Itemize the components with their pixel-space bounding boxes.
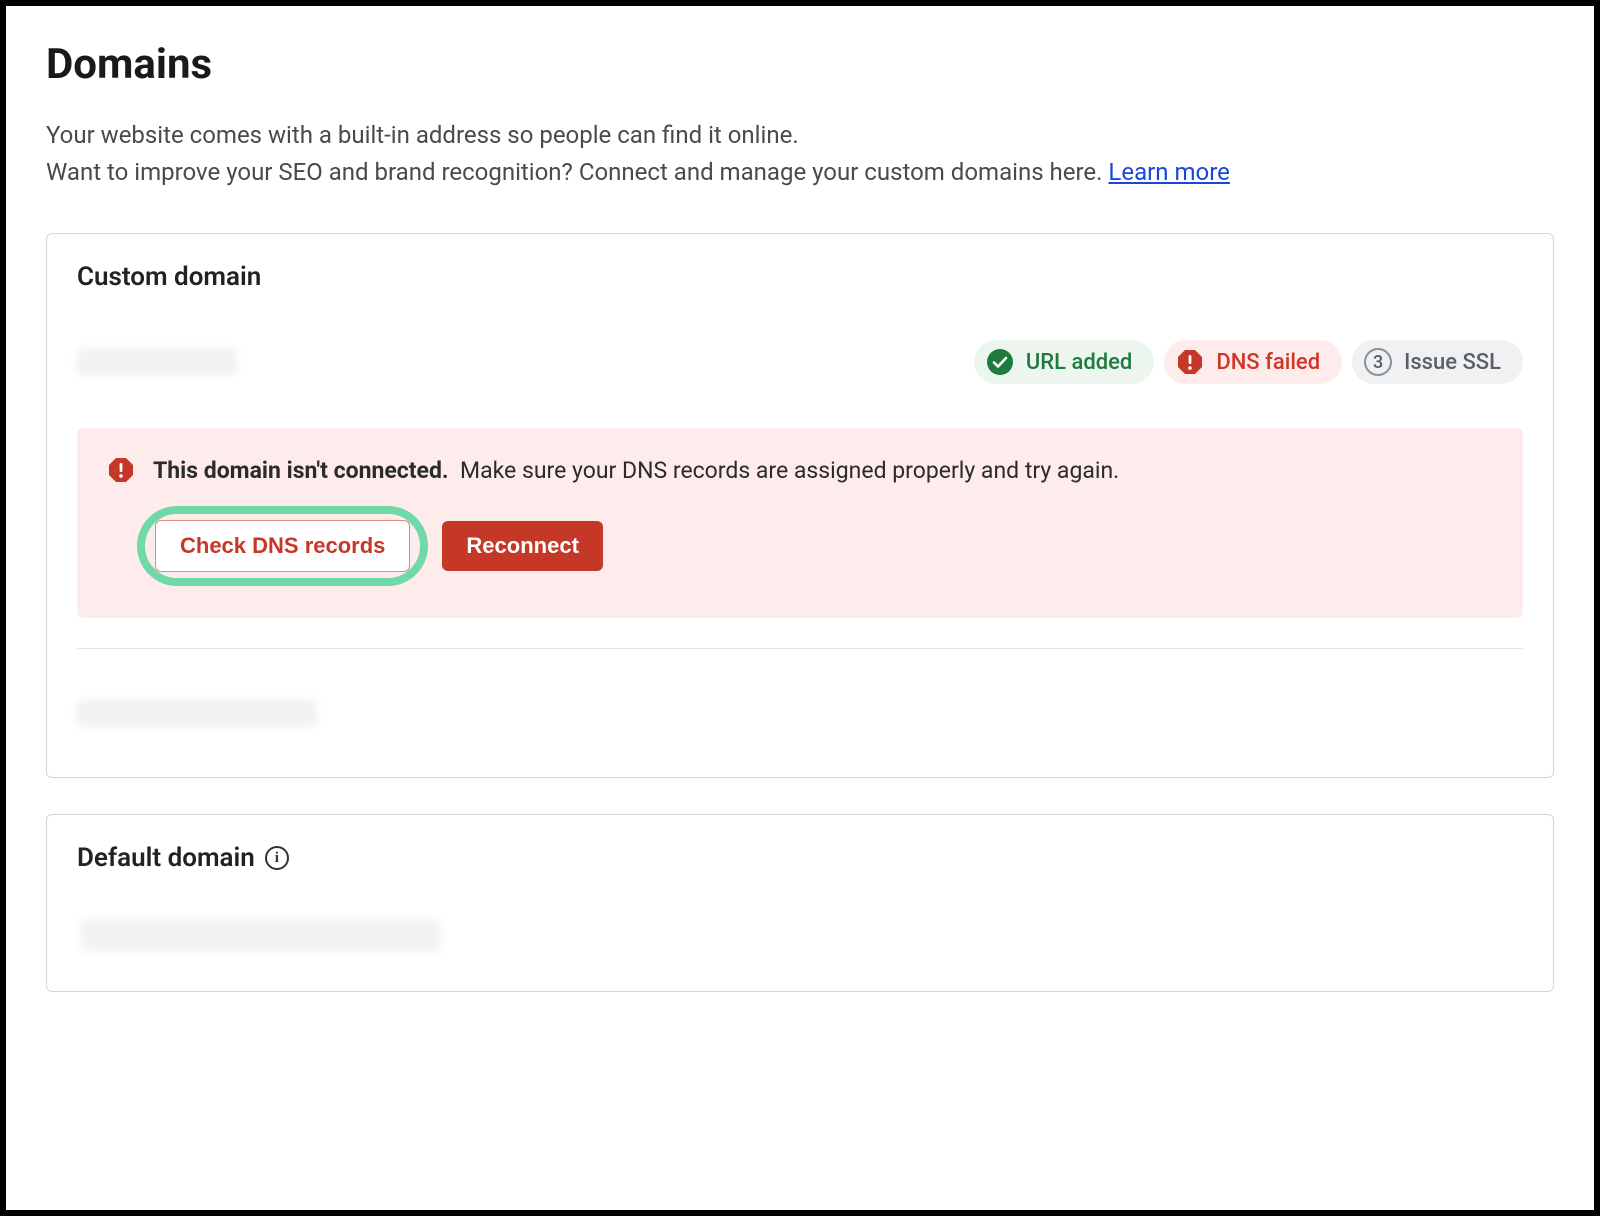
status-dns-failed-label: DNS failed [1216, 350, 1320, 375]
secondary-domain-row: hidden [77, 699, 1523, 727]
secondary-domain-redacted: hidden [77, 699, 317, 727]
page-title: Domains [46, 40, 1554, 89]
check-circle-icon [986, 348, 1014, 376]
dns-alert: This domain isn't connected. Make sure y… [77, 428, 1523, 618]
status-issue-ssl-label: Issue SSL [1404, 350, 1501, 375]
alert-octagon-icon [107, 456, 135, 484]
status-issue-ssl: 3 Issue SSL [1352, 340, 1523, 384]
info-icon[interactable]: i [265, 846, 289, 870]
domain-name-redacted: hidden [77, 348, 237, 376]
status-url-added: URL added [974, 340, 1154, 384]
check-dns-button[interactable]: Check DNS records [155, 520, 410, 572]
divider [77, 648, 1523, 649]
alert-actions: Check DNS records Reconnect [107, 506, 1493, 586]
status-pills: URL added DNS failed 3 Issue SSL [974, 340, 1523, 384]
domain-row: hidden URL added DNS failed 3 Issue SSL [77, 340, 1523, 384]
intro-line-1: Your website comes with a built-in addre… [46, 121, 799, 149]
alert-octagon-icon [1176, 348, 1204, 376]
default-domain-card: Default domain i hidden [46, 814, 1554, 992]
alert-message: Make sure your DNS records are assigned … [460, 457, 1119, 484]
custom-domain-card: Custom domain hidden URL added DNS faile… [46, 233, 1554, 778]
step-number-icon: 3 [1364, 348, 1392, 376]
custom-domain-heading: Custom domain [77, 262, 1523, 292]
page-intro: Your website comes with a built-in addre… [46, 117, 1554, 191]
reconnect-button[interactable]: Reconnect [442, 521, 602, 571]
intro-line-2: Want to improve your SEO and brand recog… [46, 158, 1108, 186]
alert-title: This domain isn't connected. [153, 457, 449, 484]
default-domain-heading: Default domain [77, 843, 255, 873]
highlight-ring: Check DNS records [137, 506, 428, 586]
alert-text: This domain isn't connected. Make sure y… [107, 456, 1493, 484]
learn-more-link[interactable]: Learn more [1108, 158, 1229, 186]
status-dns-failed: DNS failed [1164, 340, 1342, 384]
status-url-added-label: URL added [1026, 350, 1132, 375]
default-domain-redacted: hidden [81, 919, 441, 951]
